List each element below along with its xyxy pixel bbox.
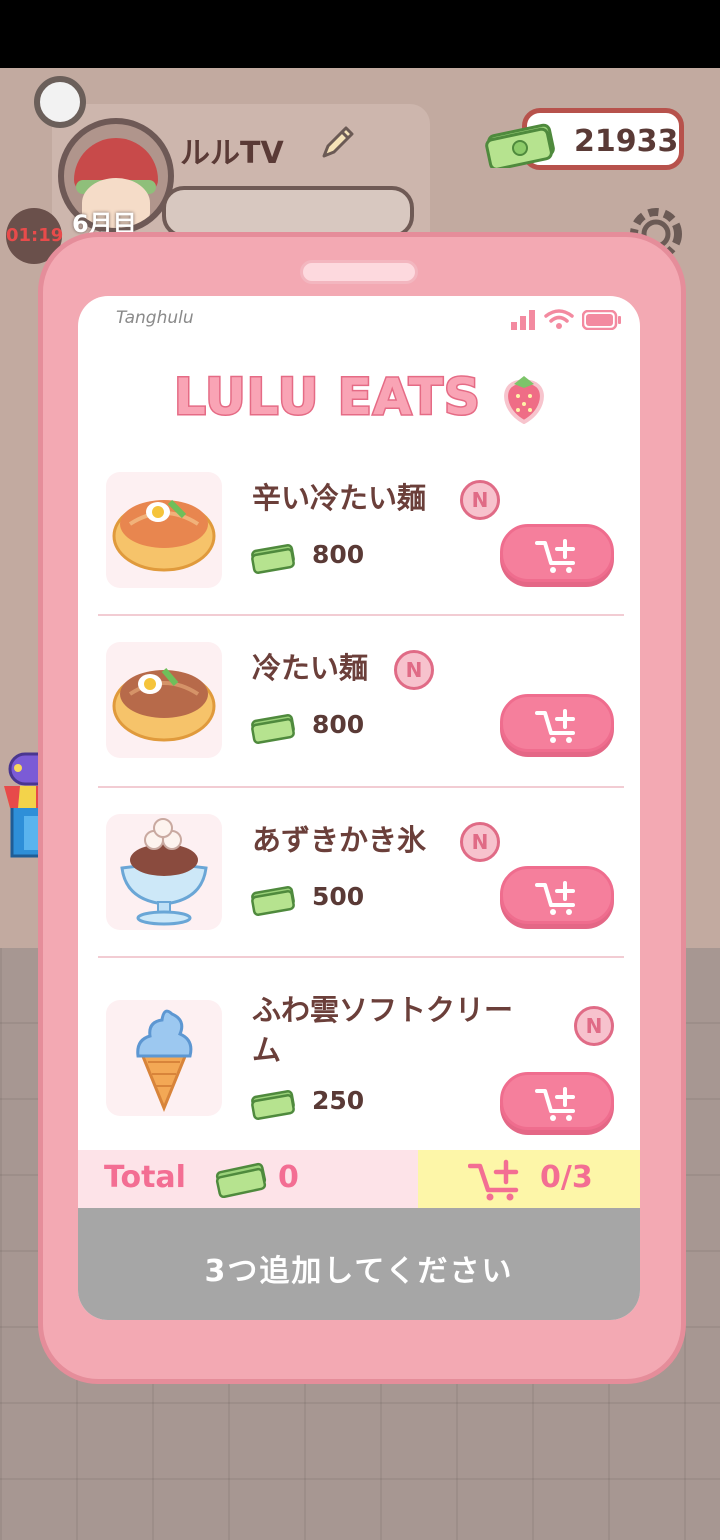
new-badge: N [460, 822, 500, 862]
app-logo: LULU EATS [173, 367, 554, 438]
status-bar [0, 0, 720, 68]
cash-icon [251, 714, 295, 744]
new-badge: N [574, 1006, 614, 1046]
item-image-azuki-shaved-ice [106, 814, 222, 930]
battery-icon [582, 310, 621, 330]
item-name: 冷たい麺 [252, 651, 369, 685]
cart-count-area: 0/3 [418, 1150, 640, 1208]
menu-item: 辛い冷たい麺 N 800 [98, 472, 624, 642]
total-bar: Total 0 0/3 [78, 1150, 640, 1208]
add-to-cart-button[interactable] [500, 694, 614, 752]
divider [98, 614, 624, 616]
cart-plus-icon [535, 1087, 575, 1121]
add-to-cart-button[interactable] [500, 866, 614, 924]
cart-count: 0/3 [540, 1160, 593, 1195]
item-image-soft-cream [106, 1000, 222, 1116]
cart-plus-icon [468, 1159, 519, 1201]
item-image-spicy-cold-noodles [106, 472, 222, 588]
item-image-cold-noodles [106, 642, 222, 758]
total-value: 0 [278, 1160, 299, 1195]
money-value: 21933 [574, 124, 679, 159]
menu-item: あずきかき氷 N 500 [98, 814, 624, 984]
item-price: 250 [312, 1086, 365, 1115]
cash-icon [251, 886, 295, 916]
total-label: Total [104, 1160, 186, 1195]
confirm-order-button[interactable]: 3つ追加してください [78, 1208, 640, 1320]
signal-icon [511, 310, 535, 330]
new-badge: N [394, 650, 434, 690]
item-name: 辛い冷たい麺 [252, 481, 427, 515]
add-to-cart-button[interactable] [500, 524, 614, 582]
item-name: ふわ雲ソフトクリー ム [252, 993, 514, 1067]
add-to-cart-button[interactable] [500, 1072, 614, 1130]
cart-plus-icon [535, 881, 575, 915]
wifi-icon [544, 309, 574, 329]
item-price: 800 [312, 710, 365, 739]
item-price: 500 [312, 882, 365, 911]
name-bar [162, 186, 414, 238]
phone-screen: Tanghulu LULU EATS 辛い冷たい麺 N 800 冷たい麺 N 8… [78, 296, 640, 1320]
strawberry-icon [504, 376, 544, 424]
new-badge: N [460, 480, 500, 520]
cash-icon [251, 544, 295, 574]
phone-notch [300, 260, 418, 284]
menu-circle-button[interactable] [34, 76, 86, 128]
cash-stack-icon [485, 123, 555, 168]
menu-item: ふわ雲ソフトクリー ム N 250 [98, 984, 624, 1144]
player-name: ルルTV [180, 136, 284, 171]
divider [98, 956, 624, 958]
logo-text: LULU EATS [173, 367, 482, 428]
divider [98, 786, 624, 788]
cart-plus-icon [535, 539, 575, 573]
pencil-icon[interactable] [318, 122, 358, 162]
cash-icon [215, 1162, 267, 1198]
cash-icon [251, 1090, 295, 1120]
item-name: あずきかき氷 [252, 823, 427, 857]
item-price: 800 [312, 540, 365, 569]
phone-status-app: Tanghulu [116, 308, 194, 328]
cart-plus-icon [535, 709, 575, 743]
